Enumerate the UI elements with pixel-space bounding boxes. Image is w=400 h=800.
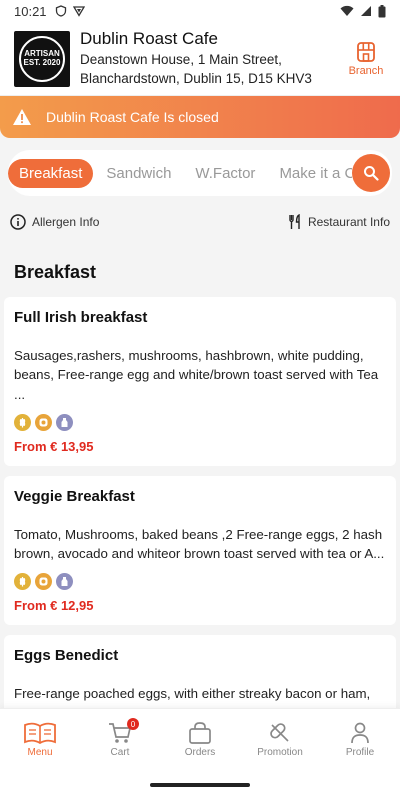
shield-status-icon (55, 5, 66, 17)
menu-item-title: Veggie Breakfast (14, 487, 135, 505)
tab-wfactor[interactable]: W.Factor (184, 159, 266, 188)
restaurant-header: ARTISAN EST. 2020 Dublin Roast Cafe Dean… (0, 22, 400, 96)
logo-text: ARTISAN EST. 2020 (19, 35, 65, 82)
shopping-bag-icon (189, 721, 211, 744)
egg-icon (35, 573, 52, 591)
nav-orders-label: Orders (184, 746, 216, 758)
nav-cart-label: Cart (110, 746, 130, 758)
egg-icon (35, 413, 52, 431)
status-time: 10:21 (14, 3, 47, 19)
nav-promotion[interactable]: Promotion (240, 709, 320, 770)
promotion-icon (270, 722, 289, 742)
warning-icon (13, 109, 31, 125)
status-bar: 10:21 (0, 0, 400, 22)
branch-button[interactable]: Branch (346, 41, 386, 77)
search-button[interactable] (352, 154, 390, 192)
signal-icon (361, 6, 371, 16)
restaurant-logo: ARTISAN EST. 2020 (14, 30, 70, 87)
milk-icon (56, 413, 73, 431)
menu-item-title: Eggs Benedict (14, 647, 119, 665)
info-icon (10, 214, 26, 230)
cart-count-badge: 0 (127, 718, 139, 730)
menu-item-price: From € 12,95 (14, 598, 94, 614)
tab-make-it-a-combo[interactable]: Make it a C (268, 159, 352, 188)
nav-promotion-label: Promotion (257, 746, 303, 758)
restaurant-info-button[interactable]: Restaurant Info (288, 214, 390, 230)
profile-icon (351, 722, 369, 743)
menu-item-price: From € 13,95 (14, 438, 94, 454)
search-icon (364, 166, 379, 181)
wheat-icon (14, 413, 31, 431)
closed-banner: Dublin Roast Cafe Is closed (0, 96, 400, 138)
category-tabs: Breakfast Sandwich W.Factor Make it a C (8, 158, 352, 188)
cutlery-icon (289, 214, 300, 229)
battery-icon (378, 4, 386, 17)
store-icon (357, 41, 375, 62)
tab-breakfast[interactable]: Breakfast (8, 158, 94, 188)
menu-item-card[interactable]: Veggie Breakfast Tomato, Mushrooms, bake… (4, 475, 396, 626)
nav-profile[interactable]: Profile (320, 709, 400, 770)
gesture-area (0, 770, 400, 800)
shop-address-line1: Deanstown House, 1 Main Street, (80, 51, 282, 67)
menu-item-title: Full Irish breakfast (14, 309, 148, 326)
gesture-handle[interactable] (150, 783, 250, 787)
menu-item-description: Sausages,rashers, mushrooms, hashbrown, … (14, 348, 379, 402)
allergen-icons (14, 413, 386, 431)
restaurant-info-label: Restaurant Info (307, 215, 390, 229)
wifi-icon (340, 5, 354, 16)
nav-profile-label: Profile (345, 746, 375, 758)
book-icon (24, 722, 56, 744)
allergen-icons (14, 573, 386, 591)
shop-address-line2: Blanchardstown, Dublin 15, D15 KHV3 (80, 70, 312, 86)
category-bar: Breakfast Sandwich W.Factor Make it a C (8, 150, 392, 196)
menu-item-description: Free-range poached eggs, with either str… (14, 686, 371, 702)
branch-label: Branch (348, 64, 384, 77)
nav-menu-label: Menu (27, 746, 53, 758)
closed-banner-text: Dublin Roast Cafe Is closed (46, 109, 219, 125)
shop-info: Dublin Roast Cafe Deanstown House, 1 Mai… (80, 29, 346, 88)
allergen-info-button[interactable]: Allergen Info (10, 214, 99, 230)
wheat-icon (14, 573, 31, 591)
shop-name: Dublin Roast Cafe (80, 28, 218, 48)
allergen-info-label: Allergen Info (32, 215, 100, 229)
tab-sandwich[interactable]: Sandwich (95, 159, 182, 188)
milk-icon (56, 573, 73, 591)
nav-menu[interactable]: Menu (0, 709, 80, 770)
section-title: Breakfast (14, 262, 97, 282)
vpn-status-icon (72, 6, 85, 17)
nav-orders[interactable]: Orders (160, 709, 240, 770)
menu-item-card[interactable]: Full Irish breakfast Sausages,rashers, m… (4, 297, 396, 466)
menu-item-description: Tomato, Mushrooms, baked beans ,2 Free-r… (14, 526, 385, 562)
bottom-nav: Menu 0 Cart Orders Promotion Profile (0, 708, 400, 770)
info-row: Allergen Info Restaurant Info (0, 200, 400, 244)
nav-cart[interactable]: 0 Cart (80, 709, 160, 770)
